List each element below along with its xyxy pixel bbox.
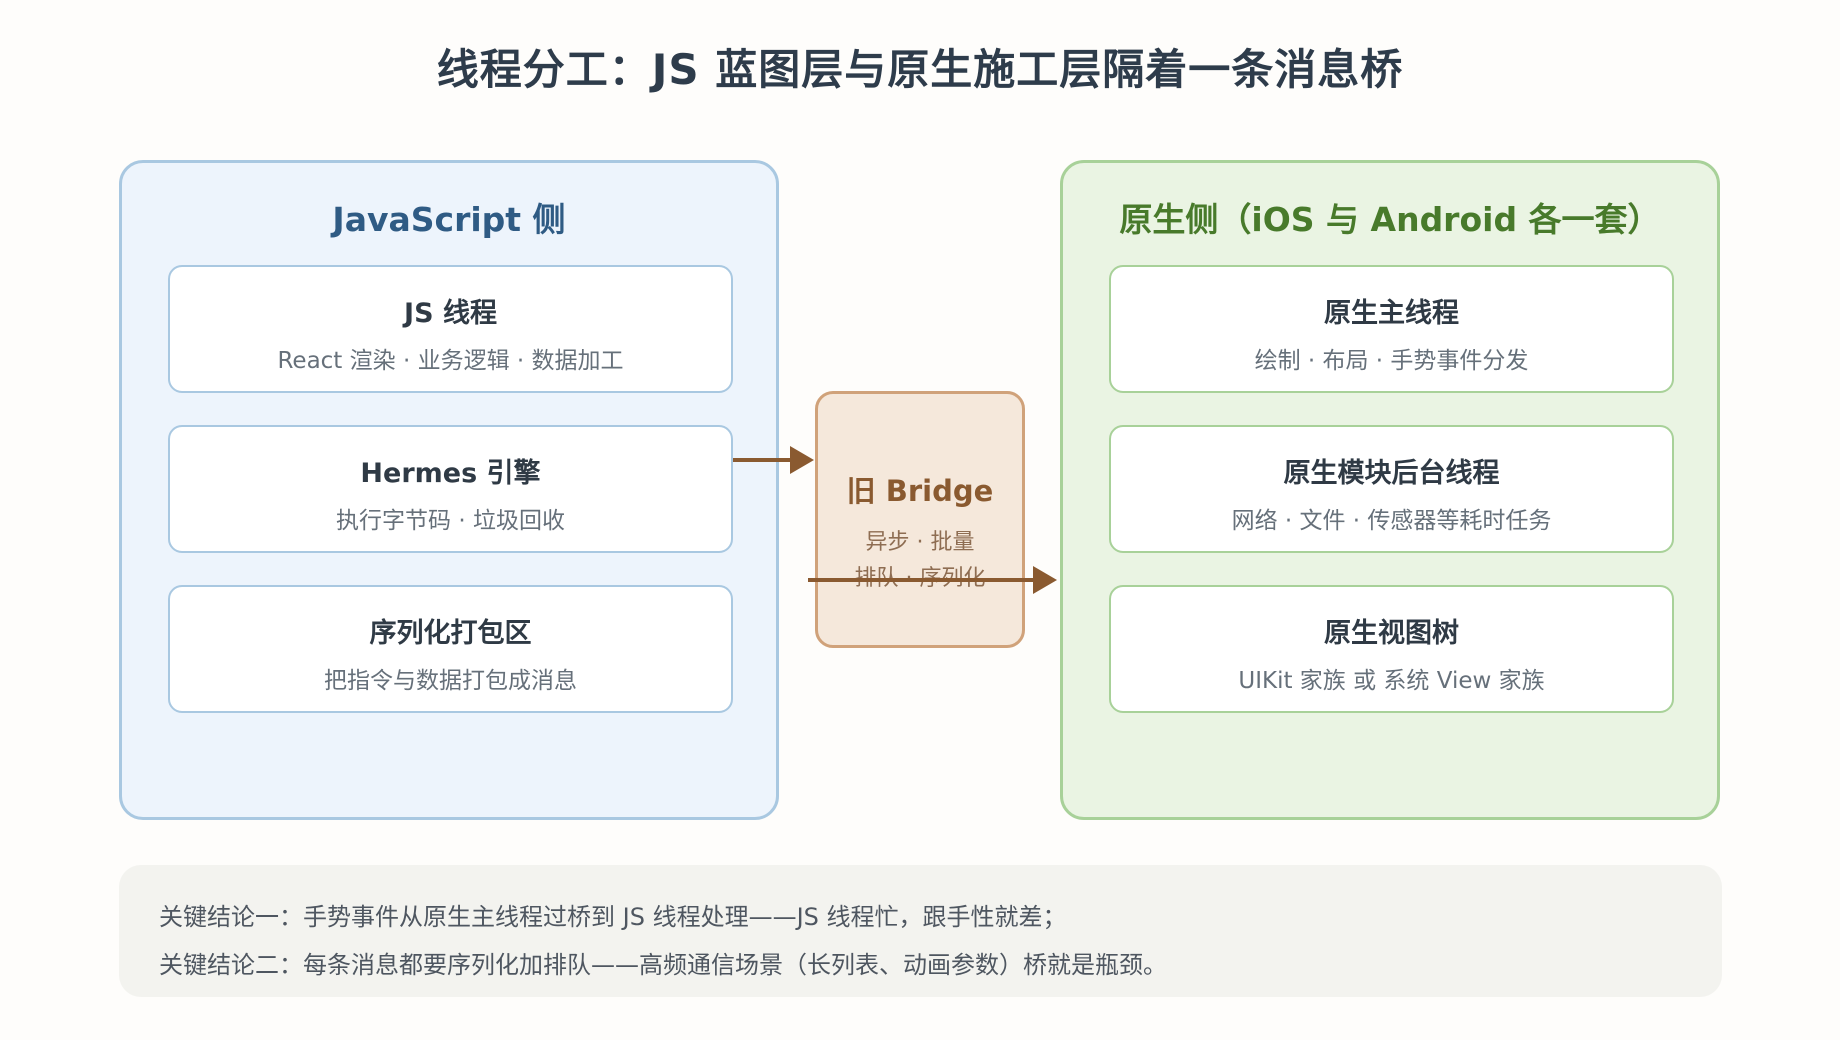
javascript-side-panel: JavaScript 侧 JS 线程 React 渲染 · 业务逻辑 · 数据加…	[119, 160, 779, 820]
native-main-thread-card: 原生主线程 绘制 · 布局 · 手势事件分发	[1109, 265, 1674, 393]
conclusion-line-1: 关键结论一：手势事件从原生主线程过桥到 JS 线程处理——JS 线程忙，跟手性就…	[159, 903, 1067, 931]
native-main-thread-subtitle: 绘制 · 布局 · 手势事件分发	[1254, 348, 1529, 374]
serialization-title: 序列化打包区	[369, 618, 532, 649]
bridge-box: 旧 Bridge 异步 · 批量 排队 · 序列化	[815, 391, 1025, 648]
bridge-line-2: 排队 · 序列化	[854, 566, 986, 591]
native-view-tree-subtitle: UIKit 家族 或 系统 View 家族	[1238, 668, 1545, 694]
native-side-panel: 原生侧（iOS 与 Android 各一套） 原生主线程 绘制 · 布局 · 手…	[1060, 160, 1720, 820]
serialization-subtitle: 把指令与数据打包成消息	[324, 668, 577, 694]
native-module-thread-subtitle: 网络 · 文件 · 传感器等耗时任务	[1231, 508, 1552, 534]
native-main-thread-title: 原生主线程	[1324, 298, 1459, 329]
native-view-tree-title: 原生视图树	[1324, 618, 1459, 649]
hermes-engine-title: Hermes 引擎	[360, 458, 541, 489]
js-thread-title: JS 线程	[404, 298, 497, 329]
hermes-engine-card: Hermes 引擎 执行字节码 · 垃圾回收	[168, 425, 733, 553]
javascript-side-title: JavaScript 侧	[332, 200, 566, 239]
js-thread-subtitle: React 渲染 · 业务逻辑 · 数据加工	[277, 348, 624, 374]
native-module-thread-card: 原生模块后台线程 网络 · 文件 · 传感器等耗时任务	[1109, 425, 1674, 553]
bridge-line-1: 异步 · 批量	[865, 530, 975, 555]
native-side-title: 原生侧（iOS 与 Android 各一套）	[1119, 200, 1661, 239]
serialization-card: 序列化打包区 把指令与数据打包成消息	[168, 585, 733, 713]
page-title: 线程分工：JS 蓝图层与原生施工层隔着一条消息桥	[436, 45, 1404, 94]
conclusion-box: 关键结论一：手势事件从原生主线程过桥到 JS 线程处理——JS 线程忙，跟手性就…	[119, 865, 1722, 997]
js-thread-card: JS 线程 React 渲染 · 业务逻辑 · 数据加工	[168, 265, 733, 393]
native-module-thread-title: 原生模块后台线程	[1283, 458, 1500, 489]
native-view-tree-card: 原生视图树 UIKit 家族 或 系统 View 家族	[1109, 585, 1674, 713]
conclusion-line-2: 关键结论二：每条消息都要序列化加排队——高频通信场景（长列表、动画参数）桥就是瓶…	[159, 951, 1167, 979]
hermes-engine-subtitle: 执行字节码 · 垃圾回收	[336, 508, 565, 534]
bridge-title: 旧 Bridge	[846, 474, 994, 508]
